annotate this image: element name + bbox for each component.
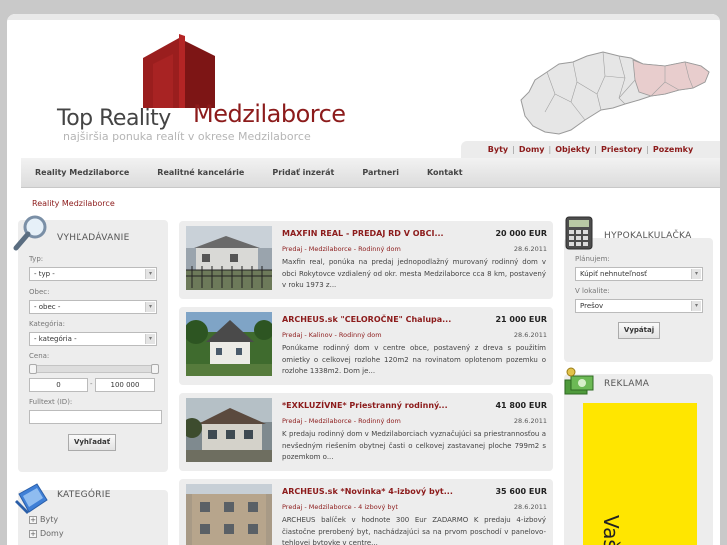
price-slider-min-handle[interactable] xyxy=(29,364,37,374)
listing-card[interactable]: *EXKLUZÍVNE* Priestranný rodinný... 41 8… xyxy=(179,393,553,471)
tab-objekty[interactable]: Objekty xyxy=(551,145,594,154)
listing-title[interactable]: *EXKLUZÍVNE* Priestranný rodinný... xyxy=(282,401,448,410)
page: Top Reality Medzilaborce najširšia ponuk… xyxy=(7,14,720,545)
mortgage-calculator-title: HYPOKALKULAČKA xyxy=(604,231,692,241)
listing-description: Maxfin real, ponúka na predaj jednopodla… xyxy=(282,258,546,289)
search-title: VYHĽADÁVANIE xyxy=(57,233,130,243)
lokalita-select[interactable]: Prešov ▾ xyxy=(575,299,703,313)
tab-priestory[interactable]: Priestory xyxy=(597,145,646,154)
listing-description: Ponúkame rodinný dom v centre obce, post… xyxy=(282,344,546,375)
typ-select-value: - typ - xyxy=(34,270,55,278)
search-button[interactable]: Vyhľadať xyxy=(68,434,116,451)
category-item-byty[interactable]: + Byty xyxy=(29,515,58,524)
listing-photo[interactable] xyxy=(186,484,272,545)
listing-meta: Predaj - Kalinov - Rodinný dom xyxy=(282,331,382,339)
money-icon xyxy=(564,367,594,395)
listing-price: 21 000 EUR xyxy=(495,315,547,324)
planujem-label: Plánujem: xyxy=(575,255,610,263)
listing-meta: Predaj - Medzilaborce - 4 izbový byt xyxy=(282,503,398,511)
listing-price: 41 800 EUR xyxy=(495,401,547,410)
listing-card[interactable]: ARCHEUS.sk *Novinka* 4-izbový byt... 35 … xyxy=(179,479,553,545)
listing-card[interactable]: MAXFIN REAL - PREDAJ RD V OBCI... 20 000… xyxy=(179,221,553,299)
listing-date: 28.6.2011 xyxy=(513,245,547,253)
listing-title[interactable]: ARCHEUS.sk *Novinka* 4-izbový byt... xyxy=(282,487,453,496)
obec-label: Obec: xyxy=(29,288,50,296)
obec-select-value: - obec - xyxy=(34,303,61,311)
listing-date: 28.6.2011 xyxy=(513,417,547,425)
expand-plus-icon: + xyxy=(29,516,37,524)
main-nav: Reality Medzilaborce Realitné kancelárie… xyxy=(21,158,720,188)
lokalita-select-value: Prešov xyxy=(580,302,604,310)
tab-domy[interactable]: Domy xyxy=(515,145,549,154)
lokalita-label: V lokalite: xyxy=(575,287,610,295)
breadcrumb[interactable]: Reality Medzilaborce xyxy=(32,199,115,208)
listing-title[interactable]: MAXFIN REAL - PREDAJ RD V OBCI... xyxy=(282,229,444,238)
nav-reality-medzilaborce[interactable]: Reality Medzilaborce xyxy=(35,168,129,177)
folder-icon xyxy=(15,483,48,514)
chevron-down-icon: ▾ xyxy=(691,301,701,311)
chevron-down-icon: ▾ xyxy=(145,302,155,312)
magnifier-icon xyxy=(13,215,47,251)
listing-card[interactable]: ARCHEUS.sk "CELOROČNE" Chalupa... 21 000… xyxy=(179,307,553,385)
listing-description: K predaju rodinný dom v Medzilaborciach … xyxy=(282,430,546,461)
listing-date: 28.6.2011 xyxy=(513,331,547,339)
logo-text-top: Top Reality xyxy=(57,106,171,131)
calculate-button[interactable]: Vypátaj xyxy=(618,322,660,339)
expand-plus-icon: + xyxy=(29,530,37,538)
listing-title[interactable]: ARCHEUS.sk "CELOROČNE" Chalupa... xyxy=(282,315,451,324)
logo-tagline: najširšia ponuka realít v okrese Medzila… xyxy=(63,130,311,143)
price-range-separator: - xyxy=(90,380,93,388)
kategoria-label: Kategória: xyxy=(29,320,66,328)
listing-price: 35 600 EUR xyxy=(495,487,547,496)
listing-description: ARCHEUS balíček v hodnote 300 Eur ZADARM… xyxy=(282,516,546,545)
listing-photo[interactable] xyxy=(186,312,272,376)
listing-photo[interactable] xyxy=(186,398,272,462)
chevron-down-icon: ▾ xyxy=(691,269,701,279)
logo-house-icon xyxy=(143,34,215,108)
category-tabs: Byty | Domy | Objekty | Priestory | Pozemky xyxy=(461,141,720,158)
listing-meta: Predaj - Medzilaborce - Rodinný dom xyxy=(282,245,401,253)
listing-photo[interactable] xyxy=(186,226,272,290)
logo-text-brand: Medzilaborce xyxy=(193,100,346,128)
ad-banner-text: Vaš xyxy=(599,515,623,545)
chevron-down-icon: ▾ xyxy=(145,269,155,279)
category-label: Byty xyxy=(40,515,59,524)
tab-pozemky[interactable]: Pozemky xyxy=(649,145,697,154)
calculator-icon xyxy=(565,216,593,250)
listing-meta: Predaj - Medzilaborce - Rodinný dom xyxy=(282,417,401,425)
chevron-down-icon: ▾ xyxy=(145,334,155,344)
fulltext-input[interactable] xyxy=(29,410,162,424)
advertising-title: REKLAMA xyxy=(604,379,650,389)
price-slider-max-handle[interactable] xyxy=(151,364,159,374)
category-label: Domy xyxy=(40,529,64,538)
nav-pridat-inzerat[interactable]: Pridať inzerát xyxy=(272,168,334,177)
categories-title: KATEGÓRIE xyxy=(57,490,111,500)
top-bar xyxy=(7,14,720,20)
obec-select[interactable]: - obec - ▾ xyxy=(29,300,157,314)
slovakia-map[interactable] xyxy=(515,42,711,138)
typ-label: Typ: xyxy=(29,255,44,263)
ad-banner[interactable]: Vaš xyxy=(583,403,697,545)
kategoria-select-value: - kategória - xyxy=(34,335,77,343)
planujem-select-value: Kúpiť nehnuteľnosť xyxy=(580,270,647,278)
nav-realitne-kancelarie[interactable]: Realitné kancelárie xyxy=(157,168,244,177)
nav-partneri[interactable]: Partneri xyxy=(362,168,399,177)
nav-kontakt[interactable]: Kontakt xyxy=(427,168,463,177)
listing-date: 28.6.2011 xyxy=(513,503,547,511)
typ-select[interactable]: - typ - ▾ xyxy=(29,267,157,281)
price-max-input[interactable]: 100 000 xyxy=(95,378,155,392)
kategoria-select[interactable]: - kategória - ▾ xyxy=(29,332,157,346)
price-slider[interactable] xyxy=(29,364,159,374)
planujem-select[interactable]: Kúpiť nehnuteľnosť ▾ xyxy=(575,267,703,281)
price-min-input[interactable]: 0 xyxy=(29,378,88,392)
fulltext-label: Fulltext (ID): xyxy=(29,398,73,406)
listing-price: 20 000 EUR xyxy=(495,229,547,238)
category-item-domy[interactable]: + Domy xyxy=(29,529,64,538)
tab-byty[interactable]: Byty xyxy=(484,145,512,154)
cena-label: Cena: xyxy=(29,352,50,360)
